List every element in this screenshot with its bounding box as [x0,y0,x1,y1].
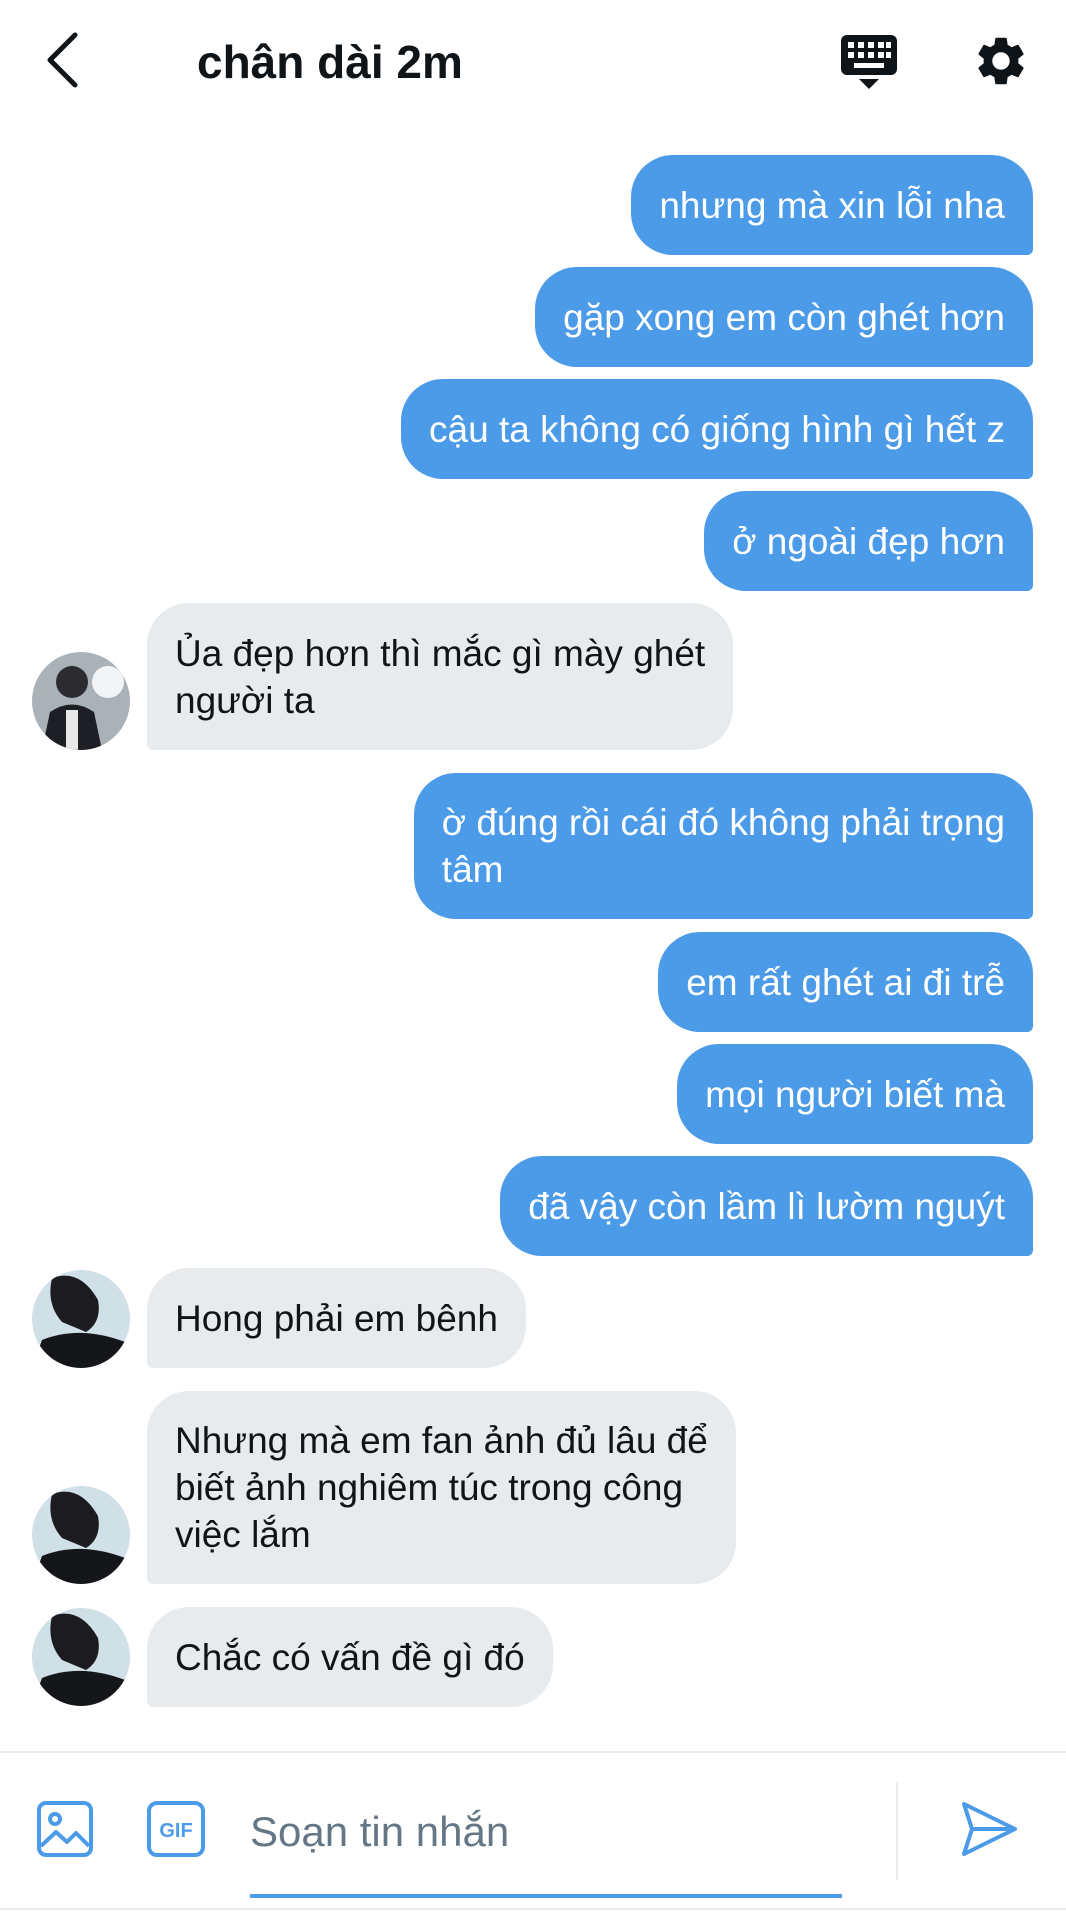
send-icon [958,1802,1020,1864]
settings-button[interactable] [970,32,1032,94]
message-bubble-incoming[interactable]: Hong phải em bênh [147,1268,526,1368]
composer-divider [0,1751,1066,1753]
message-text: nhưng mà xin lỗi nha [659,184,1005,226]
conversation-header: chân dài 2m [0,0,1066,124]
message-text: Chắc có vấn đề gì đó [175,1636,525,1678]
message-bubble-incoming[interactable]: Chắc có vấn đề gì đó [147,1607,553,1707]
composer-separator [896,1782,898,1880]
message-text: đã vậy còn lầm lì lườm nguýt [528,1185,1005,1227]
message-text: mọi người biết mà [705,1073,1005,1115]
message-bubble-outgoing[interactable]: ở ngoài đẹp hơn [704,491,1033,591]
back-button[interactable] [34,30,90,94]
message-bubble-outgoing[interactable]: mọi người biết mà [677,1044,1033,1144]
message-text: Nhưng mà em fan ảnh đủ lâu để biết ảnh n… [175,1420,708,1555]
message-text: Hong phải em bênh [175,1297,498,1339]
send-button[interactable] [958,1798,1020,1860]
message-text: Ủa đẹp hơn thì mắc gì mày ghét người ta [175,632,706,721]
message-text: ờ đúng rồi cái đó không phải trọng tâm [441,802,1005,890]
message-bubble-outgoing[interactable]: đã vậy còn lầm lì lườm nguýt [500,1156,1033,1256]
avatar[interactable] [32,1270,130,1368]
image-icon [36,1801,94,1862]
message-bubble-incoming[interactable]: Nhưng mà em fan ảnh đủ lâu để biết ảnh n… [147,1391,736,1584]
message-bubble-outgoing[interactable]: ờ đúng rồi cái đó không phải trọng tâm [413,773,1033,919]
avatar[interactable] [32,652,130,750]
message-text: cậu ta không có giống hình gì hết z [429,408,1005,450]
message-bubble-outgoing[interactable]: nhưng mà xin lỗi nha [631,155,1033,255]
message-text: em rất ghét ai đi trễ [686,961,1005,1003]
message-input[interactable] [250,1796,842,1868]
message-bubble-incoming[interactable]: Ủa đẹp hơn thì mắc gì mày ghét người ta [147,603,734,750]
avatar[interactable] [32,1486,130,1584]
add-image-button[interactable] [36,1800,94,1858]
svg-text:GIF: GIF [159,1820,192,1842]
chevron-left-icon [45,32,79,93]
message-text: ở ngoài đẹp hơn [732,520,1005,562]
bottom-divider [0,1908,1066,1910]
add-gif-button[interactable]: GIF [146,1800,206,1858]
message-text: gặp xong em còn ghét hơn [563,296,1005,338]
avatar[interactable] [32,1608,130,1706]
keyboard-button[interactable] [836,34,902,94]
gear-icon [972,32,1030,95]
input-underline [250,1894,842,1898]
message-bubble-outgoing[interactable]: gặp xong em còn ghét hơn [535,267,1033,367]
message-bubble-outgoing[interactable]: em rất ghét ai đi trễ [658,932,1033,1032]
gif-icon: GIF [146,1801,206,1862]
keyboard-icon [839,33,899,96]
conversation-title: chân dài 2m [197,36,463,88]
message-bubble-outgoing[interactable]: cậu ta không có giống hình gì hết z [401,379,1033,479]
